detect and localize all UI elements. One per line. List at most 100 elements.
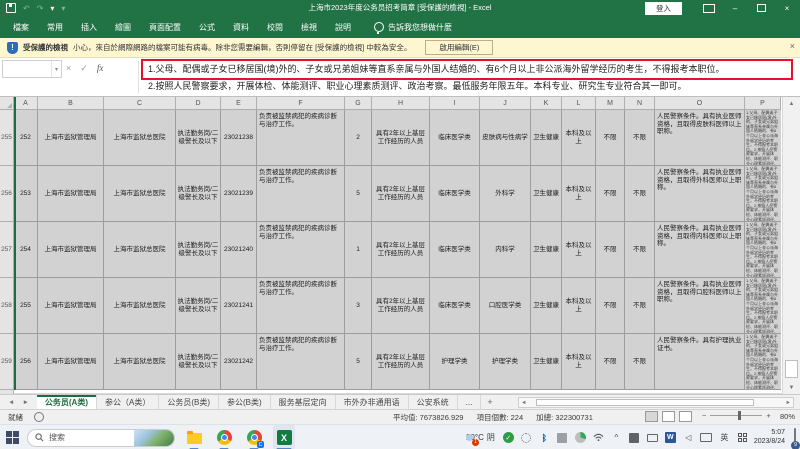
weather-widget[interactable]: 1 20°C 阴	[463, 432, 497, 443]
grid-cell[interactable]: 上海市监狱管理局	[38, 278, 104, 334]
customize-qat-icon[interactable]: ▾	[61, 4, 65, 13]
scroll-up-icon[interactable]: ▲	[783, 97, 800, 110]
settings-gear-icon[interactable]	[520, 431, 533, 444]
grid-cell-remark-clipped[interactable]: 1.父母、配偶或子女已移居国(境)外的、子女或兄弟姐妹等直系亲属与外国人结婚的、…	[745, 334, 781, 390]
column-header-N[interactable]: N	[625, 97, 655, 110]
grid-cell[interactable]: 执法勤务岗/二级警长及以下	[176, 222, 221, 278]
name-box[interactable]: ▾	[2, 60, 62, 78]
bluetooth-icon[interactable]: ᛒ	[538, 431, 551, 444]
grid-cell[interactable]: 临床医学类	[430, 166, 480, 222]
grid-cell[interactable]: 上海市监狱管理局	[38, 110, 104, 166]
touch-keyboard-icon[interactable]	[736, 431, 749, 444]
grid-cell[interactable]: 3	[345, 278, 372, 334]
grid-cell[interactable]: 不限	[596, 222, 625, 278]
column-header-K[interactable]: K	[531, 97, 562, 110]
hidden-icons-caret[interactable]: ^	[610, 431, 623, 444]
hscroll-left-icon[interactable]: ◄	[519, 400, 528, 406]
column-header-I[interactable]: I	[430, 97, 480, 110]
column-header-H[interactable]: H	[372, 97, 430, 110]
grid-cell-remark-clipped[interactable]: 1.父母、配偶或子女已移居国(境)外的、子女或兄弟姐妹等直系亲属与外国人结婚的、…	[745, 166, 781, 222]
grid-cell[interactable]: 上海市监狱总医院	[104, 278, 176, 334]
zoom-in-icon[interactable]: +	[766, 411, 770, 420]
grid-cell[interactable]: 23021238	[221, 110, 257, 166]
sheet-tab-服务基层定向[interactable]: 服务基层定向	[271, 395, 336, 409]
grid-cell[interactable]: 皮肤病与性病学	[480, 110, 531, 166]
close-button[interactable]: ×	[774, 0, 800, 16]
tray-dark-icon[interactable]	[628, 431, 641, 444]
grid-cell[interactable]: 人民警察条件。具有执业医师资格，且取得内科医师以上职称。	[655, 222, 745, 278]
row-header-257[interactable]: 257	[0, 222, 14, 278]
grid-cell[interactable]: 人民警察条件。具有执业医师资格，且取得皮肤科医师以上职称。	[655, 110, 745, 166]
grid-cell[interactable]: 本科及以上	[562, 278, 596, 334]
grid-cell[interactable]: 不限	[625, 334, 655, 390]
tell-me-box[interactable]: 告訴我您想做什麼	[374, 22, 452, 33]
column-header-M[interactable]: M	[596, 97, 625, 110]
row-header-255[interactable]: 255	[0, 110, 14, 166]
ribbon-tab-繪圖[interactable]: 繪圖	[106, 16, 140, 38]
sheet-nav-left-icon[interactable]: ◄	[8, 399, 14, 406]
ribbon-tab-頁面配置[interactable]: 頁面配置	[140, 16, 190, 38]
grid-cell[interactable]: 执法勤务岗/二级警长及以下	[176, 166, 221, 222]
grid-cell[interactable]: 具有2年以上基层工作经历的人员	[372, 334, 430, 390]
grid-cell[interactable]: 执法勤务岗/二级警长及以下	[176, 110, 221, 166]
grid-cell[interactable]: 23021239	[221, 166, 257, 222]
grid-cell[interactable]: 人民警察条件。具有执业医师资格，且取得口腔科医师以上职称。	[655, 278, 745, 334]
page-break-view-icon[interactable]	[679, 411, 692, 422]
disk-usage-icon[interactable]	[574, 431, 587, 444]
grid-cell[interactable]: 本科及以上	[562, 110, 596, 166]
grid-cell[interactable]: 上海市监狱管理局	[38, 334, 104, 390]
grid-cell[interactable]: 卫生健康	[531, 222, 562, 278]
grid-cell[interactable]: 本科及以上	[562, 334, 596, 390]
grid-cell[interactable]: 上海市监狱总医院	[104, 166, 176, 222]
grid-cell[interactable]: 外科学	[480, 166, 531, 222]
ribbon-tab-常用[interactable]: 常用	[38, 16, 72, 38]
select-all-corner[interactable]	[0, 97, 14, 110]
grid-cell[interactable]: 不限	[596, 278, 625, 334]
row-header-258[interactable]: 258	[0, 278, 14, 334]
enter-icon[interactable]: ✓	[80, 63, 88, 74]
column-header-J[interactable]: J	[480, 97, 531, 110]
grid-cell[interactable]: 人民警察条件。具有护理执业证书。	[655, 334, 745, 390]
new-sheet-icon[interactable]: +	[481, 395, 498, 409]
ribbon-tab-檔案[interactable]: 檔案	[4, 16, 38, 38]
tray-app-icon[interactable]	[556, 431, 569, 444]
sheet-tab-市外办非通用语[interactable]: 市外办非通用语	[336, 395, 409, 409]
grid-cell[interactable]: 负责被监禁病犯的疾病诊断与治疗工作。	[257, 278, 345, 334]
save-icon[interactable]	[6, 3, 16, 13]
column-header-P[interactable]: P	[745, 97, 781, 110]
grid-cell-remark-clipped[interactable]: 1.父母、配偶或子女已移居国(境)外的、子女或兄弟姐妹等直系亲属与外国人结婚的、…	[745, 278, 781, 334]
grid-cell[interactable]: 5	[345, 334, 372, 390]
grid-cell[interactable]: 252	[14, 110, 38, 166]
column-header-A[interactable]: A	[14, 97, 38, 110]
worksheet-grid[interactable]: ABCDEFGHIJKLMNOP 255252上海市监狱管理局上海市监狱总医院执…	[0, 97, 782, 394]
grid-cell-remark-clipped[interactable]: 1.父母、配偶或子女已移居国(境)外的、子女或兄弟姐妹等直系亲属与外国人结婚的、…	[745, 110, 781, 166]
grid-cell[interactable]: 卫生健康	[531, 166, 562, 222]
grid-cell[interactable]: 内科学	[480, 222, 531, 278]
grid-cell[interactable]: 卫生健康	[531, 334, 562, 390]
grid-cell[interactable]: 不限	[596, 166, 625, 222]
column-header-C[interactable]: C	[104, 97, 176, 110]
ribbon-tab-公式[interactable]: 公式	[190, 16, 224, 38]
grid-cell-remark-clipped[interactable]: 1.父母、配偶或子女已移居国(境)外的、子女或兄弟姐妹等直系亲属与外国人结婚的、…	[745, 222, 781, 278]
column-header-D[interactable]: D	[176, 97, 221, 110]
column-header-O[interactable]: O	[655, 97, 745, 110]
column-header-L[interactable]: L	[562, 97, 596, 110]
ribbon-tab-檢視[interactable]: 檢視	[292, 16, 326, 38]
row-header-259[interactable]: 259	[0, 334, 14, 390]
grid-cell[interactable]: 不限	[625, 222, 655, 278]
volume-icon[interactable]: ◁	[682, 431, 695, 444]
grid-cell[interactable]: 负责被监禁病犯的疾病诊断与治疗工作。	[257, 110, 345, 166]
word-icon[interactable]: W	[664, 431, 677, 444]
zoom-slider-thumb[interactable]	[738, 411, 741, 420]
grid-cell[interactable]: 上海市监狱管理局	[38, 222, 104, 278]
notification-center[interactable]: 9	[794, 429, 796, 447]
sheet-tab-公务员(A类)[interactable]: 公务员(A类)	[37, 395, 97, 409]
grid-cell[interactable]: 口腔医学类	[480, 278, 531, 334]
search-input[interactable]: 搜索	[27, 429, 175, 447]
ribbon-tab-插入[interactable]: 插入	[72, 16, 106, 38]
grid-cell[interactable]: 具有2年以上基层工作经历的人员	[372, 110, 430, 166]
touch-mode-icon[interactable]: ▾	[50, 4, 54, 13]
grid-cell[interactable]: 254	[14, 222, 38, 278]
grid-cell[interactable]: 不限	[625, 278, 655, 334]
grid-cell[interactable]: 2	[345, 110, 372, 166]
